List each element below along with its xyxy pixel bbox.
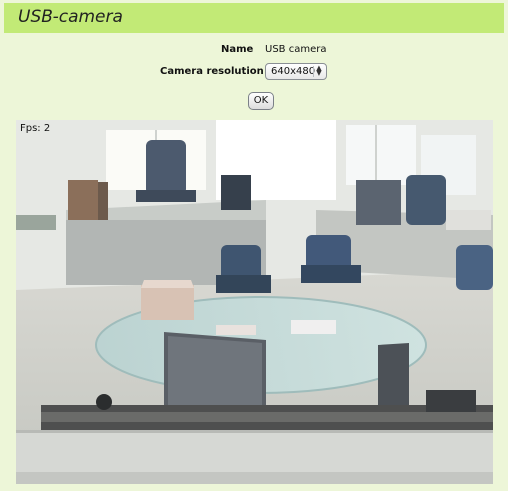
name-value: USB camera [265,44,327,55]
title-bar: USB-camera [4,3,504,33]
resolution-select[interactable]: 640x480 ▲ ▼ [265,63,327,80]
up-down-arrows-icon: ▲ ▼ [313,65,324,77]
ok-button[interactable]: OK [248,92,274,110]
resolution-label: Camera resolution [160,66,264,77]
page-title: USB-camera [18,7,123,27]
camera-image [16,120,493,484]
name-label: Name [221,44,254,55]
fps-counter: Fps: 2 [20,123,51,134]
camera-feed: Fps: 2 [16,120,493,484]
usb-camera-panel: USB-camera Name USB camera Camera resolu… [0,0,508,491]
resolution-select-value: 640x480 [271,66,316,77]
